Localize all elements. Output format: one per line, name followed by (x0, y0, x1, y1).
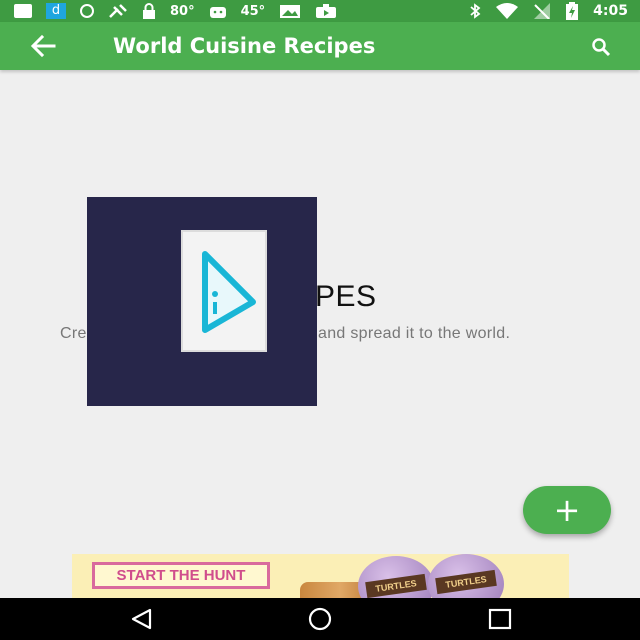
brand-label: TURTLES (365, 573, 427, 598)
android-icon (209, 7, 226, 18)
system-nav-bar (0, 598, 640, 640)
temperature-1: 80° (170, 3, 195, 19)
play-logo-icon (202, 251, 256, 333)
arrow-back-icon[interactable] (28, 32, 60, 60)
ad-cta-button[interactable]: START THE HUNT (92, 562, 270, 589)
temperature-2: 45° (240, 3, 266, 19)
search-icon[interactable] (590, 36, 612, 58)
wifi-icon (496, 3, 519, 19)
brand-label: TURTLES (435, 569, 497, 595)
subtitle-start: Cre (60, 325, 87, 342)
signal-icon (534, 3, 551, 19)
satellite-icon (109, 4, 127, 18)
d-app-icon: d (46, 3, 66, 19)
bluetooth-icon (470, 3, 481, 19)
page-title: World Cuisine Recipes (113, 34, 376, 58)
briefcase-icon (316, 4, 337, 18)
info-icon (80, 4, 94, 18)
clock: 4:05 (593, 3, 628, 19)
photo-icon (280, 5, 301, 18)
home-circle-icon[interactable] (306, 607, 334, 631)
add-icon: + (553, 491, 581, 529)
easter-egg-image: TURTLES (358, 556, 434, 598)
app-logo (181, 230, 267, 352)
app-bar: World Cuisine Recipes (0, 22, 640, 70)
message-icon (14, 4, 32, 18)
lock-icon (143, 3, 155, 19)
status-bar: d 80° 45° 4:05 (0, 0, 640, 22)
add-recipe-button[interactable]: + (523, 486, 611, 534)
easter-egg-image: TURTLES (428, 554, 504, 598)
battery-charging-icon (566, 2, 579, 20)
overlay-panel[interactable] (87, 197, 317, 406)
back-triangle-icon[interactable] (128, 607, 156, 631)
subtitle-end: and spread it to the world. (318, 325, 511, 342)
ad-banner[interactable]: START THE HUNT TURTLES TURTLES (72, 554, 569, 598)
recents-square-icon[interactable] (486, 607, 514, 631)
